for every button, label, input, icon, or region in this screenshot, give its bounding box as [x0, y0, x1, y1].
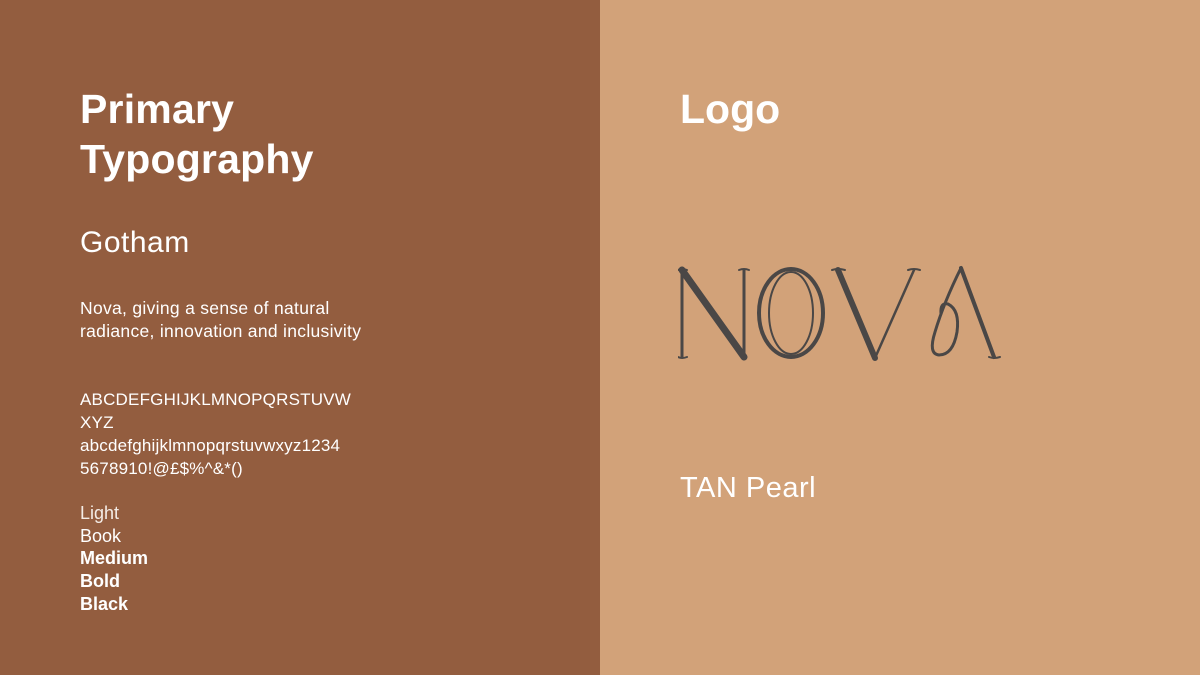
logo-letter-o [757, 267, 825, 359]
weight-bold: Bold [80, 571, 120, 592]
weight-book: Book [80, 525, 122, 546]
font-description: Nova, giving a sense of natural radiance… [80, 298, 362, 341]
typography-panel: Primary Typography Gotham Nova, giving a… [0, 0, 600, 675]
typography-heading: Primary Typography [80, 84, 314, 184]
weight-black: Black [80, 593, 129, 614]
heading-line-2: Typography [80, 136, 314, 182]
charset-lowercase-digits: abcdefghijklmnopqrstuvwxyz1234 [80, 436, 341, 455]
logo-letter-a [930, 266, 1001, 359]
logo-heading: Logo [680, 86, 781, 132]
font-name: Gotham [80, 226, 190, 259]
logo-letter-n [678, 266, 750, 361]
character-set: ABCDEFGHIJKLMNOPQRSTUVW XYZ abcdefghijkl… [80, 388, 410, 480]
logo-caption: TAN Pearl [680, 472, 817, 504]
font-weights-list: Light Book Medium Bold Black [80, 502, 148, 616]
brand-guide-slide: Primary Typography Gotham Nova, giving a… [0, 0, 1200, 675]
charset-uppercase-cont: XYZ [80, 413, 114, 432]
heading-line-1: Primary [80, 86, 235, 132]
charset-digits-symbols: 5678910!@£$%^&*() [80, 459, 243, 478]
weight-light: Light [80, 503, 120, 523]
logo-letter-v [831, 267, 921, 361]
nova-logo [678, 266, 1001, 361]
weight-medium: Medium [80, 548, 149, 569]
logo-panel: Logo TAN Pearl [600, 0, 1200, 675]
charset-uppercase: ABCDEFGHIJKLMNOPQRSTUVW [80, 390, 351, 409]
